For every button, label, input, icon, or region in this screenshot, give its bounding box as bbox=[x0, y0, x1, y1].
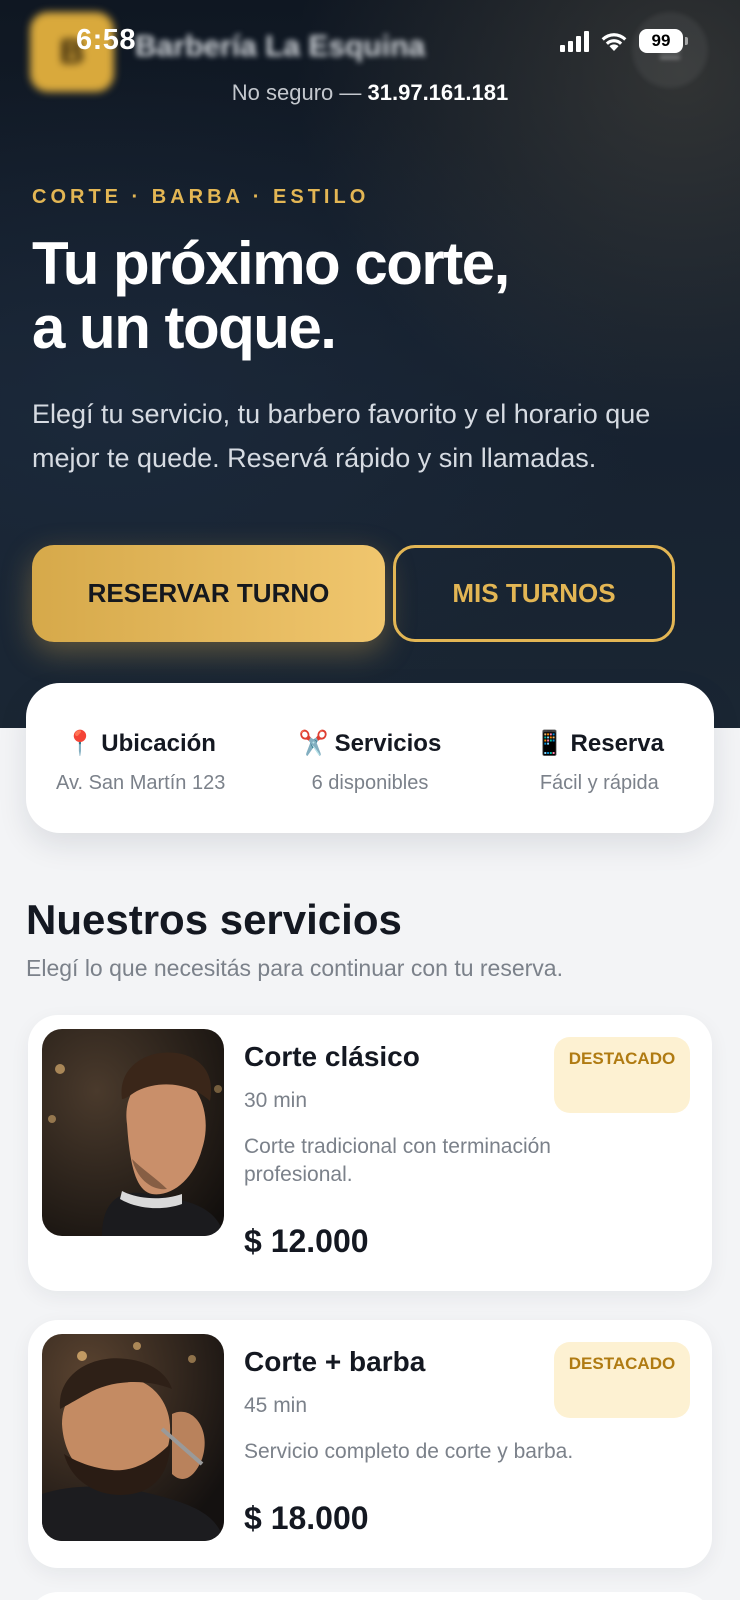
service-image bbox=[42, 1029, 224, 1236]
info-services: ✂️ Servicios 6 disponibles bbox=[255, 683, 484, 833]
status-time: 6:58 bbox=[76, 24, 137, 56]
battery-icon: 99 bbox=[639, 29, 688, 53]
service-name: Corte + barba bbox=[244, 1346, 426, 1377]
battery-level: 99 bbox=[651, 31, 671, 50]
service-description: Servicio completo de corte y barba. bbox=[244, 1440, 574, 1463]
security-label: No seguro — bbox=[231, 80, 362, 105]
hero-title-line-2: a un toque. bbox=[32, 294, 337, 361]
featured-badge: DESTACADO bbox=[554, 1342, 690, 1418]
hero-title-line-1: Tu próximo corte, bbox=[32, 230, 510, 297]
service-duration: 45 min bbox=[244, 1394, 308, 1417]
info-booking-note: Fácil y rápida bbox=[539, 772, 659, 794]
service-price: $ 12.000 bbox=[244, 1223, 369, 1259]
service-card[interactable]: Corte clásico 30 min Corte tradicional c… bbox=[28, 1015, 712, 1291]
service-card[interactable]: Corte + barba 45 min Servicio completo d… bbox=[28, 1320, 712, 1568]
hero-title: Tu próximo corte, a un toque. bbox=[32, 232, 712, 360]
hero-subtitle: Elegí tu servicio, tu barbero favorito y… bbox=[32, 399, 651, 473]
info-services-count: 6 disponibles bbox=[311, 772, 429, 794]
page: B Barbería La Esquina 6:58 99 No seguro … bbox=[0, 0, 740, 1600]
location-pin-icon: 📍 bbox=[65, 730, 96, 757]
service-price: $ 18.000 bbox=[244, 1500, 369, 1536]
url-host: 31.97.161.181 bbox=[367, 80, 509, 105]
info-booking: 📱 Reserva Fácil y rápida bbox=[485, 683, 714, 833]
scissors-icon: ✂️ bbox=[298, 730, 329, 757]
info-booking-label: Reserva bbox=[570, 730, 664, 757]
cellular-signal-icon bbox=[560, 30, 589, 52]
service-duration: 30 min bbox=[244, 1089, 308, 1112]
service-image bbox=[42, 1334, 224, 1541]
info-location-address: Av. San Martín 123 bbox=[55, 772, 226, 794]
brand-name: Barbería La Esquina bbox=[135, 30, 426, 63]
info-services-label: Servicios bbox=[334, 730, 442, 757]
featured-badge: DESTACADO bbox=[554, 1037, 690, 1113]
hero-eyebrow: CORTE · BARBA · ESTILO bbox=[32, 186, 370, 208]
service-description: Corte tradicional con terminación profes… bbox=[244, 1135, 551, 1186]
service-name: Corte clásico bbox=[244, 1041, 420, 1072]
info-services-title: ✂️ Servicios bbox=[255, 729, 484, 758]
browser-url-bar[interactable]: No seguro — 31.97.161.181 bbox=[0, 80, 740, 106]
phone-icon: 📱 bbox=[534, 730, 565, 757]
hero-section: B Barbería La Esquina 6:58 99 No seguro … bbox=[0, 0, 740, 728]
info-card: 📍 Ubicación Av. San Martín 123 ✂️ Servicio… bbox=[26, 683, 714, 833]
info-location-label: Ubicación bbox=[101, 730, 216, 757]
service-card-partial[interactable] bbox=[28, 1592, 712, 1600]
mis-turnos-button[interactable]: MIS TURNOS bbox=[393, 545, 675, 642]
reservar-turno-button[interactable]: RESERVAR TURNO bbox=[32, 545, 385, 642]
wifi-icon bbox=[601, 33, 627, 51]
services-subtitle: Elegí lo que necesitás para continuar co… bbox=[26, 955, 563, 981]
status-icons: 99 bbox=[560, 26, 688, 56]
services-title: Nuestros servicios bbox=[26, 896, 402, 943]
info-booking-title: 📱 Reserva bbox=[485, 729, 714, 758]
info-location-title: 📍 Ubicación bbox=[26, 729, 255, 758]
info-location: 📍 Ubicación Av. San Martín 123 bbox=[26, 683, 255, 833]
